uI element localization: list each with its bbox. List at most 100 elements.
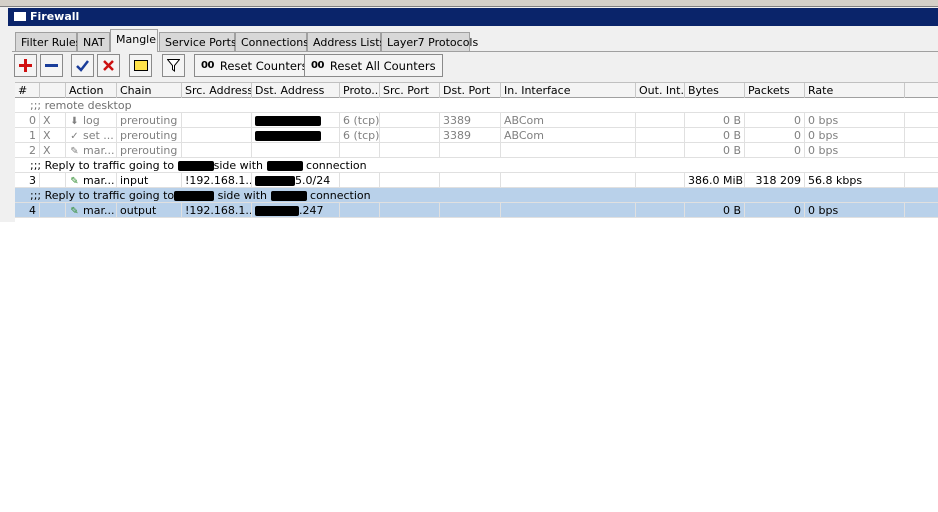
action-label: mar...	[83, 174, 115, 187]
add-button[interactable]	[14, 54, 37, 77]
comment-text: ;;; remote desktop	[30, 99, 132, 112]
redaction-box	[255, 116, 321, 126]
table-row[interactable]	[15, 218, 938, 222]
pencil-icon: ✎	[70, 206, 79, 217]
in-interface-cell	[501, 143, 636, 157]
tab-filter-rules[interactable]: Filter Rules	[15, 32, 81, 52]
table-row[interactable]: 3 ✎ mar... input !192.168.1.... 5.0/24 38…	[15, 173, 938, 188]
dst-port-cell: 3389	[440, 128, 501, 142]
col-out-interface[interactable]: Out. Int...	[636, 83, 685, 98]
chain-cell: input	[117, 173, 182, 187]
reset-all-counters-button[interactable]: 00 Reset All Counters	[304, 54, 443, 77]
arrow-down-icon: ⬇	[70, 116, 79, 127]
action-cell: ⬇ log	[66, 113, 117, 127]
dst-address-cell	[252, 113, 340, 127]
src-port-cell	[380, 113, 440, 127]
protocol-cell: 6 (tcp)	[340, 113, 380, 127]
dst-port-cell	[440, 143, 501, 157]
rate-cell: 0 bps	[805, 203, 905, 217]
remove-button[interactable]	[40, 54, 63, 77]
window-frame	[0, 0, 938, 7]
bytes-cell: 0 B	[685, 143, 745, 157]
comment-part: connection	[310, 189, 371, 202]
comment-part: ;;; Reply to traffic going to	[30, 159, 175, 172]
comment-row[interactable]: ;;; remote desktop	[15, 98, 938, 113]
tab-address-lists[interactable]: Address Lists	[307, 32, 385, 52]
disable-button[interactable]	[97, 54, 120, 77]
bytes-cell: 0 B	[685, 128, 745, 142]
tab-layer7-protocols[interactable]: Layer7 Protocols	[381, 32, 478, 52]
col-action[interactable]: Action	[66, 83, 117, 98]
out-interface-cell	[636, 173, 685, 187]
chain-cell: prerouting	[117, 143, 182, 157]
chain-cell: prerouting	[117, 128, 182, 142]
reset-counters-label: Reset Counters	[219, 58, 308, 73]
in-interface-cell: ABCom	[501, 113, 636, 127]
col-rate[interactable]: Rate	[805, 83, 905, 98]
pencil-icon: ✎	[70, 176, 79, 187]
action-cell: ✎ mar...	[66, 173, 117, 187]
protocol-cell	[340, 143, 380, 157]
col-src-address[interactable]: Src. Address	[182, 83, 252, 98]
dst-port-cell	[440, 173, 501, 187]
comment-text: ;;; Reply to traffic going to side with …	[27, 158, 427, 172]
comment-row[interactable]: ;;; Reply to traffic going to side with …	[15, 188, 938, 203]
protocol-cell	[340, 173, 380, 187]
plus-icon	[19, 59, 32, 72]
minus-icon	[45, 64, 58, 67]
col-in-interface[interactable]: In. Interface	[501, 83, 636, 98]
comment-part: side with	[213, 159, 264, 172]
tab-service-ports[interactable]: Service Ports	[159, 32, 237, 52]
out-interface-cell	[636, 113, 685, 127]
action-cell: ✎ mar...	[66, 203, 117, 217]
tab-nat[interactable]: NAT	[77, 32, 110, 52]
tab-connections[interactable]: Connections	[235, 32, 309, 52]
col-number[interactable]: #	[15, 83, 40, 98]
check-icon	[76, 60, 89, 72]
comment-part: ;;; Reply to traffic going to	[30, 189, 175, 202]
redaction-box	[270, 191, 307, 201]
comment-row[interactable]: ;;; Reply to traffic going to side with …	[15, 158, 938, 173]
col-chain[interactable]: Chain	[117, 83, 182, 98]
flag-cell	[40, 173, 66, 187]
src-port-cell	[380, 173, 440, 187]
disabled-flag: X	[40, 128, 66, 142]
col-dst-port[interactable]: Dst. Port	[440, 83, 501, 98]
tab-mangle[interactable]: Mangle	[110, 29, 158, 52]
rule-number: 4	[15, 203, 40, 217]
col-flags[interactable]	[40, 83, 66, 98]
comment-button[interactable]	[129, 54, 152, 77]
reset-counters-button[interactable]: 00 Reset Counters	[194, 54, 315, 77]
table-row[interactable]: 2 X ✎ mar... prerouting 0 B 0 0 bps	[15, 143, 938, 158]
enable-button[interactable]	[71, 54, 94, 77]
src-address-cell	[182, 113, 252, 127]
col-src-port[interactable]: Src. Port	[380, 83, 440, 98]
table-row[interactable]: 4 ✎ mar... output !192.168.1.... .247 0 B…	[15, 203, 938, 218]
action-label: set ...	[83, 129, 114, 142]
col-bytes[interactable]: Bytes	[685, 83, 745, 98]
reset-all-counters-label: Reset All Counters	[329, 58, 436, 73]
filter-button[interactable]	[162, 54, 185, 77]
table-header: # Action Chain Src. Address Dst. Address…	[15, 82, 938, 98]
table-row[interactable]: 1 X ✓ set ... prerouting 6 (tcp) 3389 ABC…	[15, 128, 938, 143]
col-dst-address[interactable]: Dst. Address	[252, 83, 340, 98]
table-row[interactable]: 0 X ⬇ log prerouting 6 (tcp) 3389 ABCom 0…	[15, 113, 938, 128]
col-packets[interactable]: Packets	[745, 83, 805, 98]
window-icon	[14, 12, 26, 21]
dst-port-cell: 3389	[440, 113, 501, 127]
out-interface-cell	[636, 203, 685, 217]
dst-address-cell: .247	[252, 203, 340, 217]
col-protocol[interactable]: Proto...	[340, 83, 380, 98]
bytes-cell: 0 B	[685, 113, 745, 127]
action-cell: ✓ set ...	[66, 128, 117, 142]
bytes-cell: 386.0 MiB	[685, 173, 745, 187]
x-icon	[103, 60, 114, 71]
comment-text: ;;; Reply to traffic going to side with …	[27, 188, 427, 202]
dst-address-tail: 5.0/24	[295, 174, 331, 187]
src-address-cell: !192.168.1....	[182, 203, 252, 217]
funnel-icon	[167, 59, 180, 72]
disabled-flag: X	[40, 143, 66, 157]
pencil-icon: ✎	[70, 146, 79, 157]
action-label: log	[83, 114, 100, 127]
title-bar[interactable]: Firewall	[8, 8, 938, 26]
